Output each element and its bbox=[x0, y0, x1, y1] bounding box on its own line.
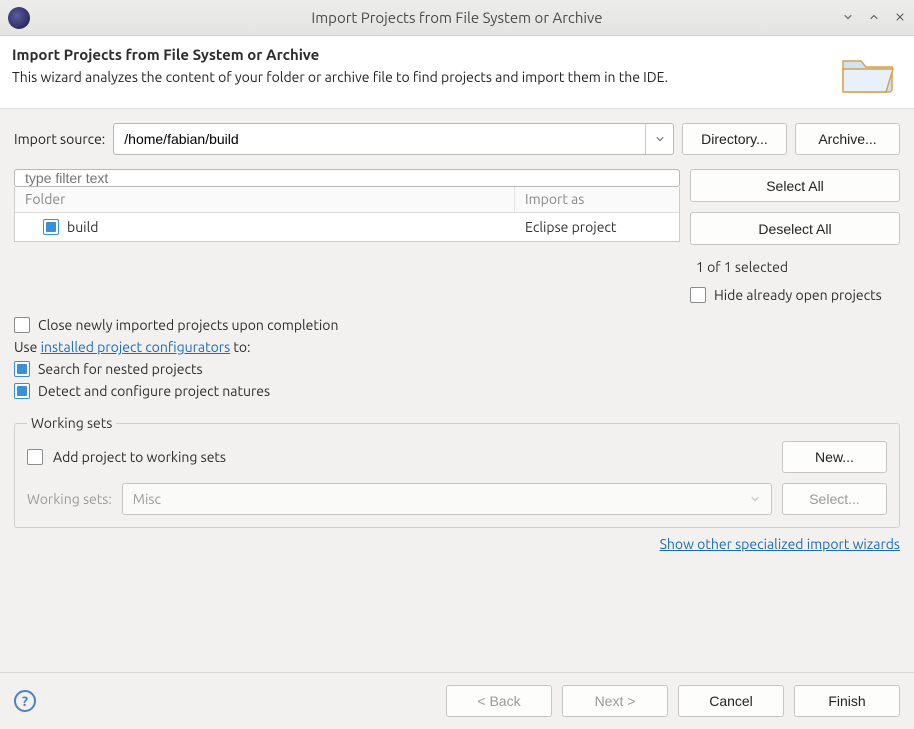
other-wizards-link[interactable]: Show other specialized import wizards bbox=[660, 536, 900, 552]
archive-button[interactable]: Archive... bbox=[795, 123, 900, 155]
cancel-button[interactable]: Cancel bbox=[678, 685, 784, 717]
finish-button[interactable]: Finish bbox=[794, 685, 900, 717]
new-working-set-button[interactable]: New... bbox=[782, 441, 887, 473]
window-title: Import Projects from File System or Arch… bbox=[0, 9, 914, 26]
close-icon[interactable] bbox=[894, 10, 906, 26]
projects-table: Folder Import as build Eclipse project bbox=[14, 187, 680, 242]
hide-open-checkbox[interactable] bbox=[690, 287, 706, 303]
close-new-label: Close newly imported projects upon compl… bbox=[38, 317, 339, 333]
maximize-icon[interactable] bbox=[868, 10, 880, 26]
working-sets-label: Working sets: bbox=[27, 491, 112, 507]
chevron-down-icon[interactable] bbox=[645, 124, 673, 154]
chevron-down-icon bbox=[749, 493, 761, 505]
working-sets-group: Working sets Add project to working sets… bbox=[14, 415, 900, 528]
next-button: Next > bbox=[562, 685, 668, 717]
use-text: Use bbox=[14, 339, 41, 355]
help-icon[interactable]: ? bbox=[14, 690, 36, 712]
to-text: to: bbox=[230, 339, 250, 355]
row-checkbox[interactable] bbox=[43, 219, 59, 235]
import-source-combo[interactable] bbox=[113, 123, 674, 155]
hide-open-label: Hide already open projects bbox=[714, 287, 882, 303]
minimize-icon[interactable] bbox=[842, 10, 854, 26]
column-import-as[interactable]: Import as bbox=[515, 187, 679, 212]
working-sets-select: Misc bbox=[122, 483, 772, 515]
wizard-banner: Import Projects from File System or Arch… bbox=[0, 36, 914, 108]
table-row[interactable]: build Eclipse project bbox=[15, 213, 679, 241]
select-working-set-button: Select... bbox=[782, 483, 887, 515]
back-button: < Back bbox=[446, 685, 552, 717]
detect-natures-label: Detect and configure project natures bbox=[38, 383, 270, 399]
add-working-set-checkbox[interactable] bbox=[27, 449, 43, 465]
directory-button[interactable]: Directory... bbox=[682, 123, 787, 155]
search-nested-checkbox[interactable] bbox=[14, 361, 30, 377]
column-folder[interactable]: Folder bbox=[15, 187, 515, 212]
row-folder-name: build bbox=[67, 219, 98, 235]
filter-input[interactable] bbox=[14, 169, 680, 187]
close-new-checkbox[interactable] bbox=[14, 317, 30, 333]
add-working-set-label: Add project to working sets bbox=[53, 449, 226, 465]
configurators-link[interactable]: installed project configurators bbox=[41, 339, 231, 355]
eclipse-icon bbox=[8, 7, 30, 29]
import-source-input[interactable] bbox=[114, 124, 645, 154]
search-nested-label: Search for nested projects bbox=[38, 361, 203, 377]
deselect-all-button[interactable]: Deselect All bbox=[690, 212, 900, 245]
banner-heading: Import Projects from File System or Arch… bbox=[12, 46, 828, 63]
selection-status: 1 of 1 selected bbox=[690, 255, 900, 275]
working-sets-legend: Working sets bbox=[27, 415, 116, 431]
import-source-label: Import source: bbox=[14, 131, 105, 147]
banner-description: This wizard analyzes the content of your… bbox=[12, 69, 828, 85]
row-import-as: Eclipse project bbox=[515, 219, 679, 235]
select-all-button[interactable]: Select All bbox=[690, 169, 900, 202]
working-sets-value: Misc bbox=[133, 491, 161, 507]
wizard-footer: ? < Back Next > Cancel Finish bbox=[0, 672, 914, 729]
detect-natures-checkbox[interactable] bbox=[14, 383, 30, 399]
titlebar: Import Projects from File System or Arch… bbox=[0, 0, 914, 36]
folder-icon bbox=[838, 46, 898, 96]
wizard-body: Import source: Directory... Archive... F… bbox=[0, 108, 914, 672]
